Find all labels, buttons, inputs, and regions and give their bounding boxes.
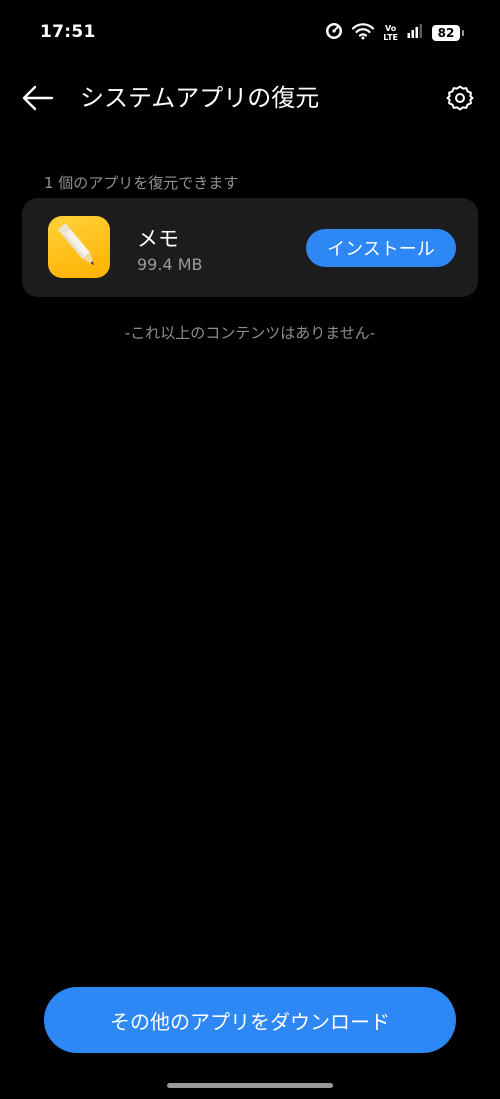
download-other-apps-button[interactable]: その他のアプリをダウンロード [44, 987, 456, 1053]
status-bar: 17:51 Vo LTE 82 [0, 0, 500, 66]
end-of-list-message: -これ以上のコンテンツはありません- [124, 324, 376, 342]
wifi-icon [352, 22, 375, 44]
home-indicator[interactable] [167, 1083, 333, 1088]
status-time: 17:51 [40, 22, 96, 42]
status-icons: Vo LTE 82 [325, 22, 464, 44]
notepad-pencil-icon [48, 216, 110, 278]
app-name: メモ [137, 227, 179, 251]
signal-icon [407, 23, 423, 43]
speedometer-icon [325, 22, 343, 44]
battery-icon: 82 [432, 25, 464, 41]
app-card: メモ 99.4 MB インストール [22, 198, 478, 297]
volte-indicator: Vo LTE [383, 24, 398, 42]
gear-icon [446, 85, 474, 111]
volte-top-label: Vo [385, 24, 397, 33]
page-title: システムアプリの復元 [80, 84, 320, 112]
back-button[interactable] [20, 82, 56, 114]
install-button[interactable]: インストール [306, 229, 456, 267]
section-caption: 1 個のアプリを復元できます [44, 174, 239, 192]
app-size: 99.4 MB [137, 255, 203, 274]
settings-button[interactable] [444, 82, 476, 114]
back-arrow-icon [22, 85, 54, 111]
volte-bottom-label: LTE [383, 33, 398, 42]
app-bar: システムアプリの復元 [0, 66, 500, 130]
